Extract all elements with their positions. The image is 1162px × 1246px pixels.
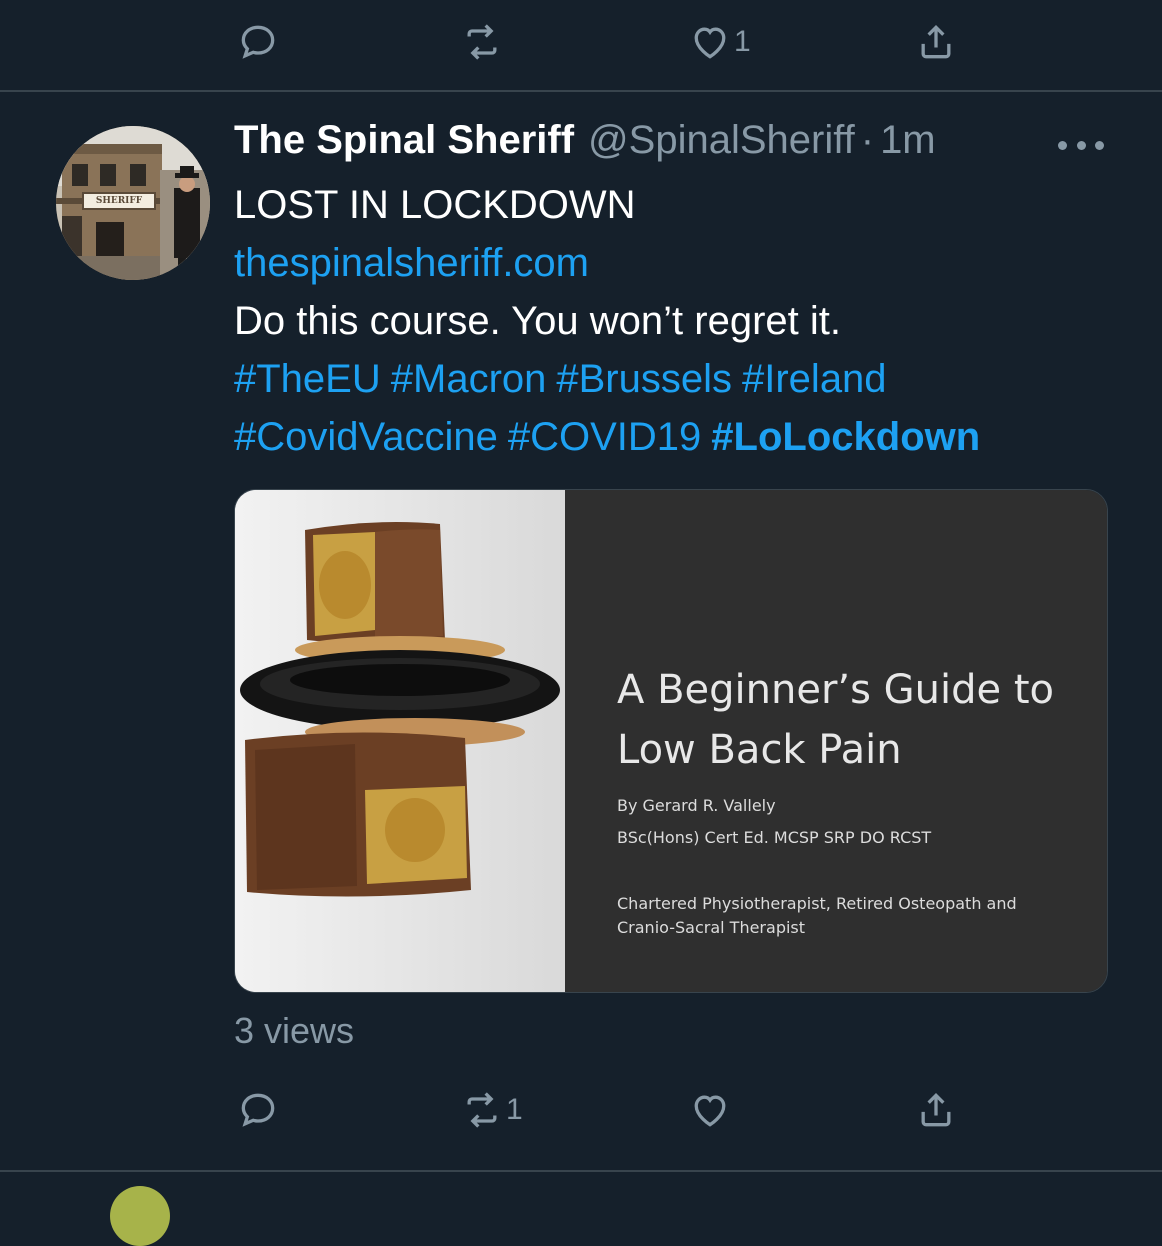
share-button[interactable] [914, 1080, 960, 1140]
tweet-divider [0, 90, 1162, 92]
hashtag[interactable]: #LoLockdown [711, 415, 980, 459]
user-handle[interactable]: @SpinalSheriff [588, 118, 855, 163]
tweet-time[interactable]: 1m [880, 118, 936, 163]
retweet-button[interactable] [460, 12, 506, 72]
avatar-sign-text: SHERIFF [95, 196, 143, 206]
share-icon [921, 24, 951, 59]
retweet-button[interactable]: 1 [460, 1080, 523, 1140]
hashtag-line-1: #TheEU #Macron #Brussels #Ireland [234, 350, 1124, 408]
retweet-icon [467, 24, 497, 60]
hashtag[interactable]: #Macron [391, 357, 547, 401]
like-count: 1 [734, 25, 751, 58]
guide-title: A Beginner’s Guide to Low Back Pain [617, 667, 1054, 773]
separator: · [860, 118, 875, 162]
like-button[interactable] [688, 1080, 734, 1140]
tweet-header: The Spinal Sheriff @SpinalSheriff · 1m [234, 118, 1124, 176]
reply-button[interactable] [236, 12, 282, 72]
display-name[interactable]: The Spinal Sheriff [234, 118, 574, 163]
hashtag[interactable]: #CovidVaccine [234, 415, 498, 459]
guide-slide: A Beginner’s Guide to Low Back Pain By G… [565, 490, 1107, 992]
media-card[interactable]: A Beginner’s Guide to Low Back Pain By G… [234, 489, 1108, 993]
guide-role: Chartered Physiotherapist, Retired Osteo… [617, 894, 1017, 937]
reply-button[interactable] [236, 1080, 282, 1140]
heart-icon [694, 1095, 726, 1127]
reply-icon [241, 25, 275, 59]
share-button[interactable] [914, 12, 960, 72]
tweet-link-line: thespinalsheriff.com [234, 234, 1124, 292]
share-icon [921, 1092, 951, 1127]
tweet-action-bar: 1 [0, 1080, 1162, 1140]
next-tweet-avatar[interactable] [110, 1186, 170, 1246]
tweet-text-message: Do this course. You won’t regret it. [234, 299, 841, 343]
hashtag[interactable]: #COVID19 [508, 415, 701, 459]
chocolate-bar-image [235, 490, 565, 992]
view-count: 3 views [234, 1010, 355, 1051]
reply-icon [241, 1093, 275, 1127]
tweet-divider [0, 1170, 1162, 1172]
heart-icon [694, 27, 726, 59]
avatar-sign: SHERIFF [82, 192, 156, 210]
hashtag[interactable]: #Brussels [556, 357, 732, 401]
retweet-icon [467, 1092, 497, 1128]
tweet-body: The Spinal Sheriff @SpinalSheriff · 1m L… [234, 118, 1124, 466]
hashtag[interactable]: #Ireland [742, 357, 887, 401]
previous-tweet-action-bar: 1 [0, 12, 1162, 72]
tweet-text-title: LOST IN LOCKDOWN [234, 183, 636, 227]
avatar[interactable]: SHERIFF [56, 126, 210, 280]
hashtag[interactable]: #TheEU [234, 357, 381, 401]
hashtag-line-2: #CovidVaccine #COVID19 #LoLockdown [234, 408, 1124, 466]
guide-author: By Gerard R. Vallely [617, 796, 776, 815]
like-button[interactable]: 1 [688, 12, 751, 72]
guide-qualifications: BSc(Hons) Cert Ed. MCSP SRP DO RCST [617, 828, 932, 847]
retweet-count: 1 [506, 1093, 523, 1126]
tweet-link[interactable]: thespinalsheriff.com [234, 241, 589, 285]
